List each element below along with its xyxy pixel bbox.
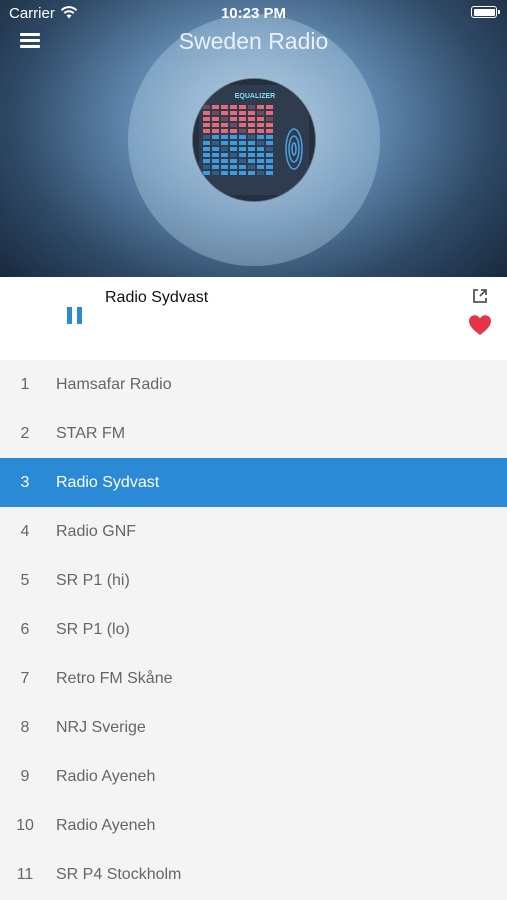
station-number: 8: [20, 719, 30, 736]
station-row[interactable]: 9 Radio Ayeneh: [0, 752, 507, 801]
station-number: 10: [16, 817, 34, 834]
station-number: 7: [20, 670, 30, 687]
status-bar: Carrier 10:23 PM: [0, 0, 507, 26]
share-icon[interactable]: [471, 287, 489, 305]
station-number: 6: [20, 621, 30, 638]
equalizer-label: EQUALIZER: [235, 93, 275, 100]
station-name: SR P1 (hi): [56, 572, 130, 589]
station-number: 5: [20, 572, 30, 589]
station-row[interactable]: 3 Radio Sydvast: [0, 458, 507, 507]
station-name: STAR FM: [56, 425, 126, 442]
station-row[interactable]: 6 SR P1 (lo): [0, 605, 507, 654]
station-row[interactable]: 8 NRJ Sverige: [0, 703, 507, 752]
station-number: 1: [20, 376, 30, 393]
station-name: SR P1 (lo): [56, 621, 130, 638]
station-name: Radio Ayeneh: [56, 768, 156, 785]
battery-icon: [471, 6, 500, 18]
pause-button[interactable]: [66, 307, 84, 325]
now-playing-title: Radio Sydvast: [105, 289, 209, 306]
equalizer-image: EQUALIZER: [193, 79, 315, 201]
station-number: 11: [16, 866, 34, 883]
station-row[interactable]: 10 Radio Ayeneh: [0, 801, 507, 850]
station-name: SR P4 Stockholm: [56, 866, 182, 883]
station-number: 3: [20, 474, 30, 491]
station-row[interactable]: 1 Hamsafar Radio: [0, 360, 507, 409]
station-row[interactable]: 2 STAR FM: [0, 409, 507, 458]
station-list: 1 Hamsafar Radio 2 STAR FM 3 Radio Sydvast 4 Ra…: [0, 360, 507, 899]
favorite-heart-icon[interactable]: [468, 314, 492, 336]
station-number: 4: [20, 523, 30, 540]
station-row[interactable]: 11 SR P4 Stockholm: [0, 850, 507, 899]
station-number: 2: [20, 425, 30, 442]
station-name: NRJ Sverige: [56, 719, 146, 736]
station-row[interactable]: 4 Radio GNF: [0, 507, 507, 556]
clock: 10:23 PM: [220, 5, 287, 22]
station-name: Retro FM Skåne: [56, 670, 173, 687]
station-name: Radio Sydvast: [56, 474, 160, 491]
station-row[interactable]: 5 SR P1 (hi): [0, 556, 507, 605]
station-name: Radio GNF: [56, 523, 137, 540]
station-name: Hamsafar Radio: [56, 376, 172, 393]
page-title: Sweden Radio: [178, 28, 329, 54]
station-artwork: EQUALIZER: [193, 79, 315, 201]
station-name: Radio Ayeneh: [56, 817, 156, 834]
station-row[interactable]: 7 Retro FM Skåne: [0, 654, 507, 703]
station-number: 9: [20, 768, 30, 785]
